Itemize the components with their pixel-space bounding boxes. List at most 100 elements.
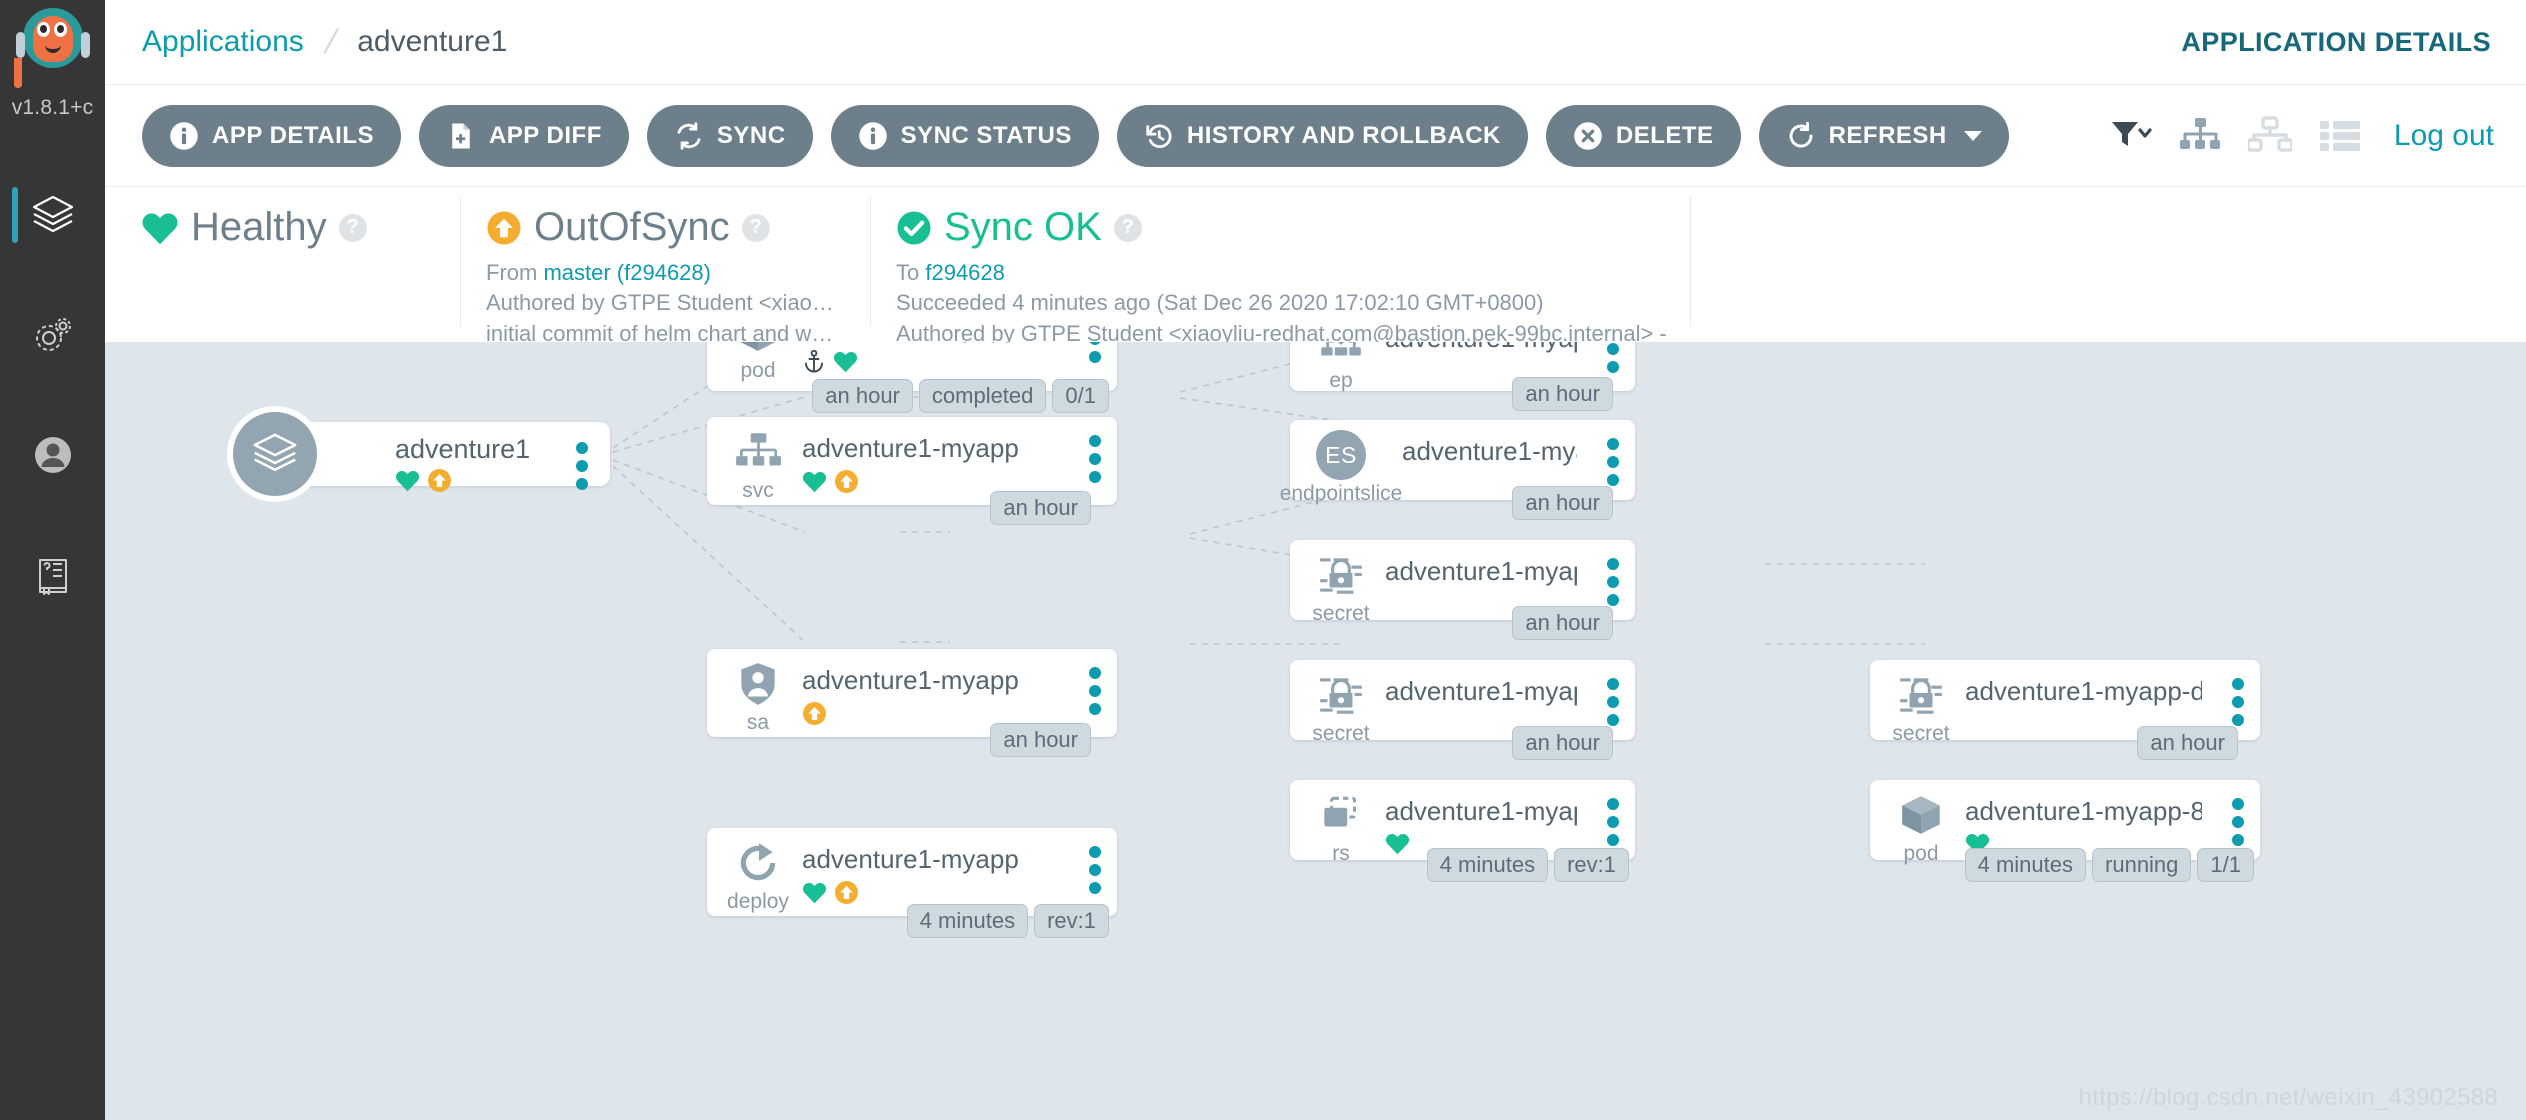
node-menu-button[interactable] [1089,342,1101,363]
heart-icon [395,470,420,492]
node-tag: completed [918,379,1047,413]
sync-status-title: OutOfSync [534,205,730,249]
node-menu-button[interactable] [1607,342,1619,373]
sync-result-head: Sync OK ? [896,205,1664,250]
node-status-icons [802,469,859,494]
resource-node-secret-token-2wq7p[interactable]: secret adventure1-myapp-token-2wq7p an h… [1290,540,1635,640]
filter-icon[interactable] [2108,116,2152,156]
sync-to-line: To f294628 [896,258,1664,288]
heart-icon [802,882,827,904]
node-menu-button[interactable] [1607,798,1619,846]
resource-node-pod-test-connection[interactable]: pod adventure1-myapp-test-connec… an hou… [707,342,1117,413]
sync-status-button[interactable]: SYNC STATUS [830,104,1099,167]
node-name: adventure1-myapp [802,665,1019,695]
node-name: adventure1-myapp [802,433,1019,463]
node-menu-button[interactable] [1607,678,1619,726]
sync-to-revision[interactable]: f294628 [925,260,1005,285]
node-tags: an hour completed 0/1 [812,379,1109,413]
sidebar-item-user-info[interactable] [0,395,105,515]
sync-from-revision[interactable]: master (f294628) [543,260,711,285]
app-diff-button[interactable]: APP DIFF [418,104,629,167]
sync-help-icon[interactable]: ? [741,213,770,242]
node-kind-label: svc [742,479,774,502]
heart-icon [1385,833,1410,855]
page-title: APPLICATION DETAILS [2181,26,2491,57]
resource-node-ep[interactable]: ep adventure1-myapp an hour [1290,342,1635,411]
breadcrumb-current: adventure1 [357,25,508,58]
resource-node-rs[interactable]: rs adventure1-myapp-85ddc6f7 4 minutes r… [1290,780,1635,882]
top-bar: Applications / adventure1 APPLICATION DE… [105,0,2526,85]
app-diff-button-label: APP DIFF [488,121,602,149]
node-name: adventure1 [395,434,531,464]
node-menu-button[interactable] [1607,438,1619,486]
history-and-rollback-button[interactable]: HISTORY AND ROLLBACK [1116,104,1528,167]
node-tag: running [2092,848,2192,882]
node-menu-button[interactable] [1089,435,1101,483]
list-view-icon[interactable] [2318,116,2362,156]
node-kind-label: sa [746,711,770,734]
sidebar-item-settings[interactable] [0,275,105,395]
network-view-icon[interactable] [2247,115,2292,156]
node-menu-button[interactable] [1089,846,1101,894]
resource-node-application[interactable]: adventure1 [227,406,610,502]
resource-node-sa[interactable]: sa adventure1-myapp an hour [707,649,1117,757]
resource-tree-canvas[interactable]: adventure1 pod adventure1-myapp-test-con… [105,342,2526,1120]
node-tag: an hour [990,491,1091,525]
node-tags: an hour [2137,726,2238,760]
node-menu-button[interactable] [2232,798,2244,846]
node-menu-button[interactable] [1607,558,1619,606]
node-tag: rev:1 [1034,904,1109,938]
node-tag: 1/1 [2197,848,2254,882]
node-tag: 4 minutes [1964,848,2087,882]
node-menu-button[interactable] [1089,667,1101,715]
node-kind-block: sa [725,659,791,735]
delete-button-label: DELETE [1615,121,1714,149]
toolbar-right-group: Log out [2108,115,2494,156]
node-name: adventure1-myapp [1385,342,1577,354]
info-icon [170,121,198,150]
resource-node-svc[interactable]: svc adventure1-myapp an hour [707,417,1117,525]
status-panel-spacer [1690,187,2526,342]
logout-link[interactable]: Log out [2394,119,2494,153]
book-icon [38,559,67,595]
status-panel: Healthy ? OutOfSync ? From master (f2946… [105,187,2526,342]
resource-node-secret-token-gtt2c[interactable]: secret adventure1-myapp-token-gtt2c an h… [1290,660,1635,760]
node-name: adventure1-myapp-token-2wq7p [1385,556,1577,586]
node-tags: an hour [1512,486,1613,520]
app-details-button[interactable]: APP DETAILS [142,104,401,167]
arrow-up-circle-icon [835,470,858,493]
chevron-down-icon [1963,130,1982,141]
node-tags: an hour [1512,377,1613,411]
heart-icon [802,471,827,493]
left-sidebar: v1.8.1+c [0,0,105,1120]
sync-button[interactable]: SYNC [646,104,813,167]
delete-icon [1574,121,1602,150]
resource-node-secret-dockercfg[interactable]: secret adventure1-myapp-dockercfg-… an h… [1870,660,2260,760]
resource-node-pod-85ddc6f7[interactable]: pod adventure1-myapp-85ddc6f7-8… 4 minut… [1870,780,2260,882]
node-kind-label: deploy [727,890,789,913]
application-avatar [227,406,323,502]
sidebar-item-applications[interactable] [0,155,105,275]
heart-icon [142,212,178,244]
breadcrumb-applications-link[interactable]: Applications [142,25,304,59]
delete-button[interactable]: DELETE [1545,104,1741,167]
node-menu-button[interactable] [576,442,588,490]
node-tag: rev:1 [1554,848,1629,882]
breadcrumb: Applications / adventure1 [142,23,507,62]
arrow-up-circle-icon [803,702,826,725]
node-tag: an hour [1512,377,1613,411]
refresh-button[interactable]: REFRESH [1758,104,2009,167]
shield-user-icon [741,663,775,705]
sync-button-label: SYNC [716,121,786,149]
health-help-icon[interactable]: ? [338,213,367,242]
node-status-icons [802,349,858,373]
node-menu-button[interactable] [2232,678,2244,726]
service-icon [736,433,781,466]
tree-view-icon[interactable] [2178,116,2222,156]
resource-node-deploy[interactable]: deploy adventure1-myapp 4 minutes rev:1 [707,828,1117,938]
sidebar-item-documentation[interactable] [0,515,105,635]
node-kind-block: svc [725,427,791,503]
resource-node-endpointslice[interactable]: ES endpointslice adventure1-myapp-ntvxz … [1280,420,1635,520]
lock-icon [1900,678,1942,714]
sync-result-help-icon[interactable]: ? [1113,213,1142,242]
